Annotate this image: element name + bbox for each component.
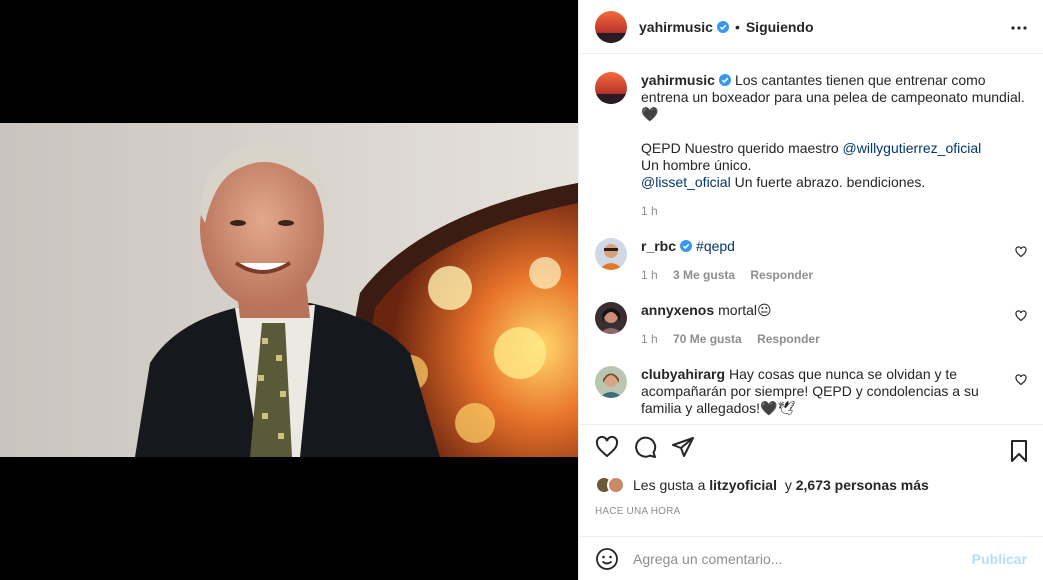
- post-side-panel: yahirmusic • Siguiendo yahirmusic Los ca…: [578, 0, 1043, 580]
- like-comment-heart-icon[interactable]: [1015, 246, 1027, 258]
- save-bookmark-icon[interactable]: [1007, 439, 1031, 463]
- post-actions: [579, 424, 1043, 476]
- black-heart-emoji: 🖤: [641, 106, 659, 122]
- caption: yahirmusic Los cantantes tienen que entre…: [595, 72, 1027, 220]
- post-time[interactable]: HACE UNA HORA: [595, 506, 680, 517]
- comment-item: clubyahirarg Hay cosas que nunca se olvid…: [595, 366, 1027, 417]
- likes-count[interactable]: 2,673 personas más: [796, 477, 929, 493]
- comment-item: annyxenos mortal😐 1 h 70 Me gusta Respond…: [595, 302, 1027, 348]
- verified-badge-icon: [716, 20, 729, 33]
- liker-avatar[interactable]: [607, 476, 625, 494]
- likes-summary: Les gusta a litzyoficial y 2,673 persona…: [595, 476, 1027, 494]
- comment-time[interactable]: 1 h: [641, 268, 658, 282]
- author-avatar[interactable]: [595, 10, 627, 43]
- caption-line3: Un hombre único.: [641, 157, 752, 173]
- comment-item: r_rbc #qepd 1 h 3 Me gusta Responder: [595, 238, 1027, 284]
- caption-line2: QEPD Nuestro querido maestro: [641, 140, 843, 156]
- add-comment-bar: Publicar: [579, 536, 1043, 580]
- separator-dot: •: [734, 18, 740, 35]
- comment-likes[interactable]: 70 Me gusta: [673, 332, 742, 346]
- comment-likes[interactable]: 3 Me gusta: [673, 268, 735, 282]
- emoji-icon[interactable]: [595, 547, 619, 571]
- mention-willygutierrez[interactable]: @willygutierrez_oficial: [843, 140, 982, 156]
- neutral-face-emoji: 😐: [757, 302, 772, 318]
- post-photo[interactable]: [0, 123, 578, 457]
- verified-badge-icon: [680, 240, 693, 252]
- heart-dove-emoji: 🖤🕊: [760, 400, 796, 416]
- commenter-username[interactable]: r_rbc: [641, 238, 676, 254]
- likes-prefix: Les gusta a: [633, 477, 710, 493]
- caption-time[interactable]: 1 h: [641, 204, 658, 218]
- comment-input[interactable]: [633, 550, 972, 567]
- verified-badge-icon: [718, 74, 731, 86]
- post-header: yahirmusic • Siguiendo: [579, 0, 1043, 54]
- like-comment-heart-icon[interactable]: [1015, 310, 1027, 322]
- comments-list[interactable]: yahirmusic Los cantantes tienen que entre…: [579, 54, 1043, 424]
- likes-middle: y: [780, 477, 796, 493]
- caption-username[interactable]: yahirmusic: [641, 72, 715, 88]
- comment-time[interactable]: 1 h: [641, 332, 658, 346]
- author-username[interactable]: yahirmusic: [639, 19, 713, 35]
- caption-line4: Un fuerte abrazo. bendiciones.: [730, 174, 926, 190]
- caption-avatar[interactable]: [595, 72, 627, 104]
- liker-username[interactable]: litzyoficial: [709, 477, 777, 493]
- like-comment-heart-icon[interactable]: [1015, 374, 1027, 386]
- commenter-avatar[interactable]: [595, 366, 627, 398]
- hashtag-qepd[interactable]: #qepd: [696, 238, 735, 254]
- reply-button[interactable]: Responder: [757, 332, 820, 346]
- comment-text: mortal: [718, 302, 758, 318]
- following-button[interactable]: Siguiendo: [746, 19, 814, 35]
- commenter-username[interactable]: annyxenos: [641, 302, 714, 318]
- post-modal: yahirmusic • Siguiendo yahirmusic Los ca…: [0, 0, 1043, 580]
- commenter-username[interactable]: clubyahirarg: [641, 366, 725, 382]
- more-horizontal-icon[interactable]: [1011, 20, 1027, 36]
- comment-icon[interactable]: [633, 435, 657, 459]
- commenter-avatar[interactable]: [595, 302, 627, 334]
- reply-button[interactable]: Responder: [750, 268, 813, 282]
- mention-lisset[interactable]: @lisset_oficial: [641, 174, 731, 190]
- like-heart-icon[interactable]: [595, 435, 619, 459]
- post-media: [0, 0, 578, 580]
- share-send-icon[interactable]: [671, 435, 695, 459]
- post-comment-button[interactable]: Publicar: [972, 551, 1027, 567]
- commenter-avatar[interactable]: [595, 238, 627, 270]
- portrait-image: [0, 123, 578, 457]
